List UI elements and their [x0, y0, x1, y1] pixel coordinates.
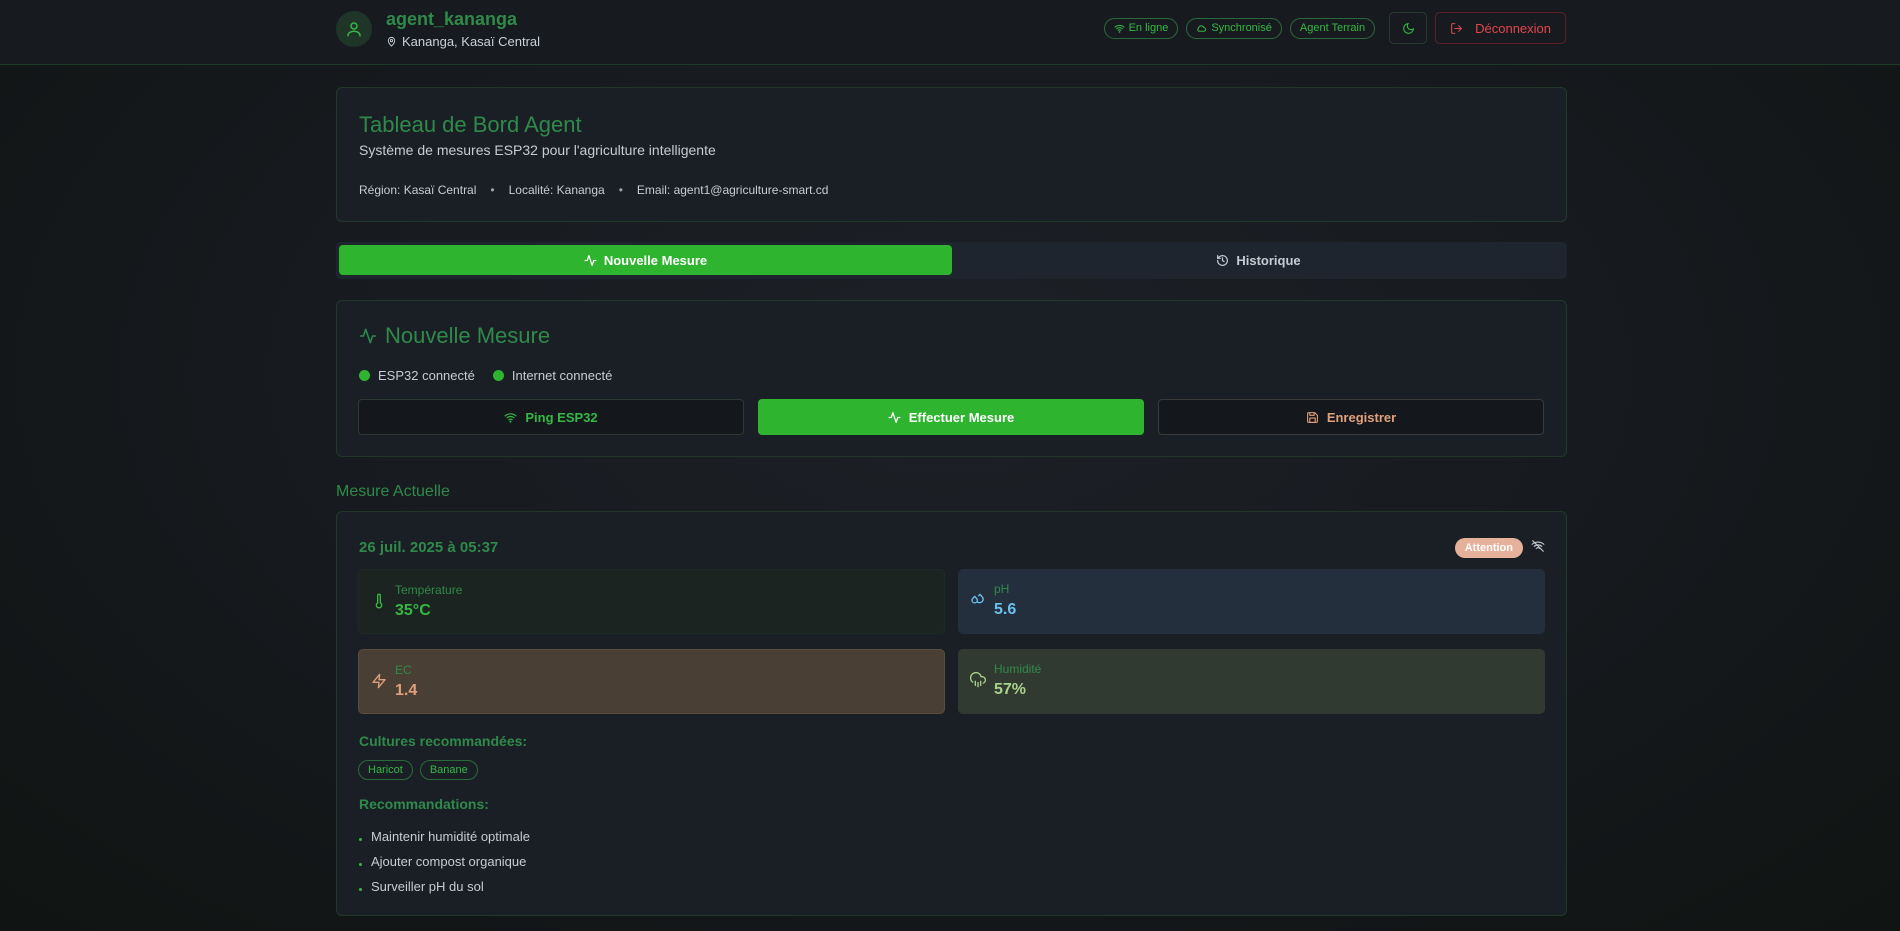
region-text: Région: Kasaï Central	[359, 183, 477, 197]
ec-tile: EC 1.4	[358, 649, 945, 714]
recommendations-list: Maintenir humidité optimale Ajouter comp…	[359, 824, 530, 899]
user-location-text: Kananga, Kasaï Central	[402, 34, 541, 49]
save-label: Enregistrer	[1326, 409, 1397, 425]
meta-separator: •	[490, 183, 495, 197]
sync-badge-label: Synchronisé	[1211, 22, 1272, 34]
temperature-label: Température	[395, 583, 463, 597]
logout-button[interactable]: Déconnexion	[1435, 12, 1566, 44]
bullet	[359, 888, 362, 891]
status-dot	[359, 370, 370, 381]
recommendation-text: Maintenir humidité optimale	[371, 829, 530, 844]
activity-icon	[888, 411, 901, 423]
sync-badge: Synchronisé	[1186, 17, 1282, 39]
esp-status: ESP32 connecté	[359, 368, 475, 383]
activity-icon	[359, 328, 377, 344]
username: agent_kananga	[386, 9, 518, 29]
save-button[interactable]: Enregistrer	[1158, 399, 1544, 435]
ph-tile: pH 5.6	[958, 569, 1545, 634]
crops-list: Haricot Banane	[358, 760, 478, 780]
recommendations-title: Recommandations:	[359, 796, 489, 812]
measure-date: 26 juil. 2025 à 05:37	[359, 539, 499, 556]
list-item: Maintenir humidité optimale	[359, 824, 530, 849]
activity-icon	[584, 254, 597, 266]
current-measure-card: 26 juil. 2025 à 05:37 Attention Températ…	[336, 511, 1567, 916]
internet-status: Internet connecté	[492, 368, 613, 383]
tab-bar: Nouvelle Mesure Historique	[336, 242, 1567, 279]
wifi-icon	[1113, 24, 1125, 33]
ph-value: 5.6	[994, 601, 1017, 618]
page-title: Tableau de Bord Agent	[359, 112, 582, 137]
internet-status-text: Internet connecté	[511, 368, 613, 383]
online-badge-label: En ligne	[1128, 22, 1169, 34]
intro-card: Tableau de Bord Agent Système de mesures…	[336, 87, 1567, 222]
agent-meta: Région: Kasaï Central • Localité: Kanang…	[359, 183, 828, 197]
role-badge-label: Agent Terrain	[1299, 22, 1366, 34]
tab-new-measure-label: Nouvelle Mesure	[603, 252, 708, 268]
theme-toggle-button[interactable]	[1389, 12, 1428, 44]
take-measure-label: Effectuer Mesure	[908, 409, 1015, 425]
esp-status-text: ESP32 connecté	[378, 368, 475, 383]
crops-title: Cultures recommandées:	[359, 733, 528, 749]
crop-tag: Banane	[419, 760, 478, 780]
take-measure-button[interactable]: Effectuer Mesure	[758, 399, 1144, 435]
top-header: agent_kananga Kananga, Kasaï Central En …	[0, 0, 1900, 65]
list-item: Surveiller pH du sol	[359, 874, 530, 899]
history-icon	[1217, 254, 1229, 266]
online-badge: En ligne	[1103, 17, 1179, 39]
role-badge: Agent Terrain	[1289, 17, 1376, 39]
current-measure-title: Mesure Actuelle	[336, 483, 450, 500]
thermometer-icon	[371, 593, 387, 612]
logout-label: Déconnexion	[1475, 20, 1551, 36]
cloud-icon	[1197, 24, 1207, 32]
meta-separator: •	[618, 183, 623, 197]
temperature-tile: Température 35°C	[358, 569, 945, 634]
recommendation-text: Ajouter compost organique	[371, 854, 527, 869]
humidity-value: 57%	[994, 681, 1027, 698]
wifi-icon	[504, 412, 517, 423]
tab-history-label: Historique	[1236, 252, 1301, 268]
recommendation-text: Surveiller pH du sol	[371, 879, 484, 894]
humidity-tile: Humidité 57%	[958, 649, 1545, 714]
email-text: Email: agent1@agriculture-smart.cd	[636, 183, 829, 197]
bullet	[359, 863, 362, 866]
ec-label: EC	[395, 663, 412, 677]
tab-history[interactable]: Historique	[952, 245, 1565, 275]
status-dot	[492, 370, 504, 381]
new-measure-heading: Nouvelle Mesure	[359, 323, 550, 349]
logout-icon	[1451, 22, 1463, 34]
measure-actions: Ping ESP32 Effectuer Mesure Enregistrer	[358, 399, 1545, 435]
user-avatar-icon	[336, 11, 372, 47]
crop-tag: Haricot	[358, 760, 413, 780]
temperature-value: 35°C	[395, 602, 431, 619]
droplets-icon	[970, 592, 986, 611]
cloud-rain-icon	[969, 671, 987, 691]
tab-new-measure[interactable]: Nouvelle Mesure	[339, 245, 952, 275]
ph-label: pH	[994, 582, 1010, 596]
user-location: Kananga, Kasaï Central	[386, 34, 540, 49]
zap-icon	[371, 673, 387, 692]
save-icon	[1306, 411, 1318, 423]
ping-label: Ping ESP32	[525, 409, 598, 425]
map-pin-icon	[387, 36, 396, 47]
moon-icon	[1402, 22, 1414, 34]
page-subtitle: Système de mesures ESP32 pour l'agricult…	[359, 142, 716, 158]
locality-text: Localité: Kananga	[508, 183, 605, 197]
humidity-label: Humidité	[994, 662, 1042, 676]
status-badge: Attention	[1454, 538, 1523, 558]
list-item: Ajouter compost organique	[359, 849, 530, 874]
ec-value: 1.4	[395, 682, 418, 699]
ping-esp32-button[interactable]: Ping ESP32	[358, 399, 744, 435]
bullet	[359, 838, 362, 841]
new-measure-title: Nouvelle Mesure	[385, 323, 551, 348]
connection-status: ESP32 connecté Internet connecté	[359, 368, 612, 383]
new-measure-card: Nouvelle Mesure ESP32 connecté Internet …	[336, 300, 1567, 457]
wifi-off-icon	[1531, 539, 1545, 556]
